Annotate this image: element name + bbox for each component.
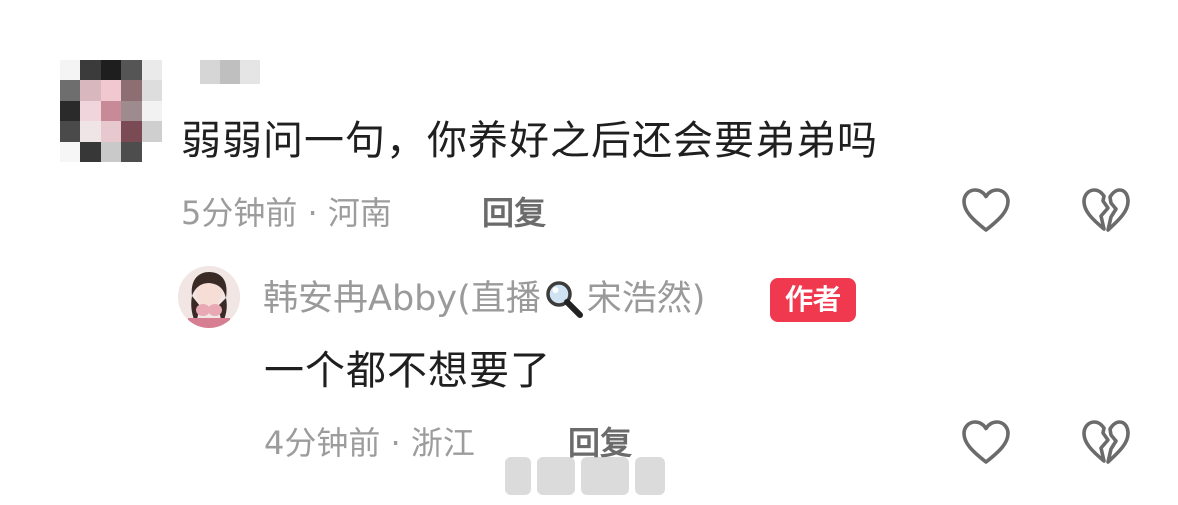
reply-like-button[interactable] (960, 418, 1012, 466)
avatar-mosaic-cell (141, 80, 162, 101)
reply-location: 浙江 (410, 424, 475, 462)
avatar-mosaic-cell (60, 121, 81, 142)
avatar-mosaic-cell (100, 100, 122, 122)
avatar-mosaic-cell (121, 80, 142, 101)
comment-time: 5分钟前 (181, 194, 298, 232)
author-username-part2: 宋浩然) (586, 279, 706, 319)
comment-meta: 5分钟前 · 河南 (181, 193, 392, 233)
avatar-mosaic-cell (80, 60, 101, 81)
avatar-mosaic-cell (80, 121, 101, 142)
reply-meta-separator: · (390, 424, 401, 462)
avatar-mosaic-cell (121, 100, 142, 122)
avatar-mosaic-cell (141, 60, 162, 81)
watermark-block (581, 457, 629, 495)
author-badge: 作者 (770, 278, 856, 322)
comment-reply-button[interactable]: 回复 (482, 193, 546, 233)
reply-text: 一个都不想要了 (264, 348, 551, 394)
comment-meta-separator: · (307, 194, 318, 232)
reply-dislike-button[interactable] (1080, 418, 1132, 466)
reply-meta: 4分钟前 · 浙江 (264, 423, 475, 463)
avatar-mosaic-cell (60, 141, 81, 162)
avatar-mosaic-cell (80, 80, 101, 101)
comment-location: 河南 (327, 194, 392, 232)
commenter-username-blurred[interactable] (200, 60, 260, 84)
heart-outline-icon (962, 188, 1010, 232)
avatar-mosaic-cell (121, 141, 142, 162)
avatar-mosaic-cell (100, 80, 122, 101)
watermark-block (635, 457, 665, 495)
username-mosaic-cell (200, 60, 220, 84)
avatar-mosaic-cell (100, 60, 122, 81)
avatar-mosaic-cell (60, 100, 81, 122)
author-avatar[interactable] (178, 266, 240, 328)
avatar-mosaic-cell (100, 141, 122, 162)
avatar-mosaic-cell (100, 121, 122, 142)
avatar-mosaic-cell (60, 60, 81, 81)
magnifying-glass-icon (546, 281, 583, 318)
watermark-block (505, 457, 531, 495)
avatar-mosaic-cell (141, 141, 162, 162)
comment-text: 弱弱问一句，你养好之后还会要弟弟吗 (181, 118, 878, 164)
heart-outline-icon (962, 420, 1010, 464)
username-mosaic-cell (240, 60, 260, 84)
avatar-mosaic-cell (121, 60, 142, 81)
avatar-mosaic-cell (121, 121, 142, 142)
broken-heart-icon (1082, 420, 1130, 464)
username-mosaic-cell (220, 60, 240, 84)
watermark (505, 455, 675, 497)
avatar-mosaic-cell (141, 121, 162, 142)
author-username-part1: 韩安冉Abby(直播 (263, 279, 541, 319)
author-avatar-image (178, 266, 240, 328)
watermark-block (537, 457, 575, 495)
reply-time: 4分钟前 (264, 424, 381, 462)
commenter-avatar[interactable] (60, 60, 162, 162)
avatar-mosaic-cell (80, 141, 101, 162)
author-username[interactable]: 韩安冉Abby(直播 宋浩然) (263, 276, 705, 322)
broken-heart-icon (1082, 188, 1130, 232)
comment-like-button[interactable] (960, 186, 1012, 234)
avatar-mosaic-cell (141, 100, 162, 122)
avatar-mosaic-cell (60, 80, 81, 101)
avatar-mosaic-cell (80, 100, 101, 122)
comment-dislike-button[interactable] (1080, 186, 1132, 234)
